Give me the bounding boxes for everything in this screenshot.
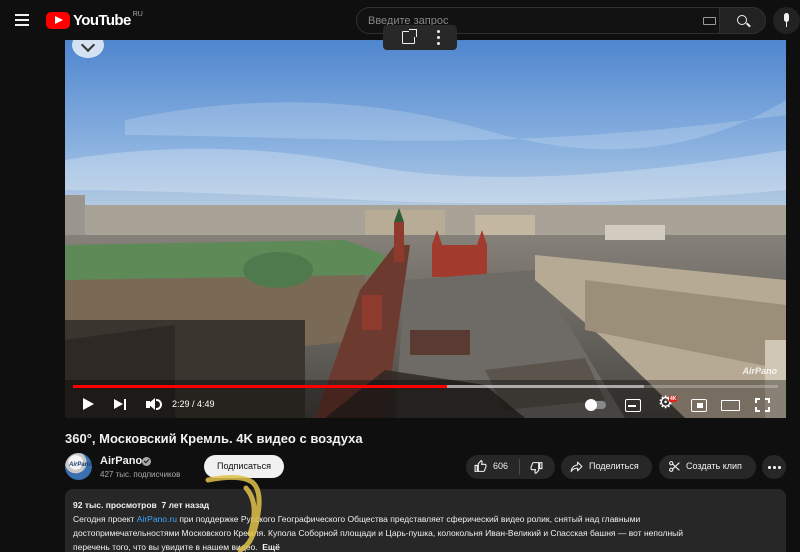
dislike-button[interactable] bbox=[520, 455, 555, 479]
play-icon[interactable] bbox=[82, 396, 94, 413]
more-actions-button[interactable] bbox=[762, 455, 786, 479]
subscribe-button[interactable]: Подписаться bbox=[204, 455, 284, 478]
more-horiz-icon bbox=[768, 466, 781, 469]
autoplay-toggle[interactable] bbox=[585, 399, 608, 411]
clip-label: Создать клип bbox=[686, 461, 742, 471]
create-clip-button[interactable]: Создать клип bbox=[659, 455, 756, 479]
logo-country-code: RU bbox=[132, 10, 143, 18]
like-button[interactable]: 606 bbox=[466, 455, 520, 479]
progress-bar[interactable] bbox=[73, 385, 778, 388]
logo-text: YouTube bbox=[73, 11, 131, 29]
description-link[interactable]: AirPano.ru bbox=[137, 514, 177, 524]
hamburger-icon[interactable] bbox=[12, 10, 32, 30]
description-line-1: Сегодня проект AirPano.ru при поддержке … bbox=[73, 514, 640, 524]
video-watermark: AirPano bbox=[742, 366, 777, 376]
scissors-icon bbox=[669, 461, 680, 472]
youtube-play-logo-icon bbox=[46, 11, 70, 29]
more-vert-icon[interactable] bbox=[437, 30, 441, 45]
channel-name[interactable]: AirPano bbox=[100, 455, 142, 467]
share-label: Поделиться bbox=[589, 461, 639, 471]
channel-avatar[interactable]: AirPano bbox=[65, 453, 92, 480]
view-count-and-date: 92 тыс. просмотров 7 лет назад bbox=[73, 500, 210, 510]
like-count: 606 bbox=[493, 461, 509, 471]
thumb-down-icon bbox=[530, 462, 543, 474]
verified-icon bbox=[142, 457, 151, 466]
description-line-3: перечень того, что вы увидите в нашем ви… bbox=[73, 542, 280, 552]
search-icon-handle bbox=[746, 22, 751, 28]
video-title: 360°, Московский Кремль. 4K видео с возд… bbox=[65, 431, 363, 446]
mic-icon-stand bbox=[786, 22, 787, 27]
description-more-link[interactable]: Ещё bbox=[262, 542, 280, 552]
subscriber-count: 427 тыс. подписчиков bbox=[100, 470, 181, 479]
share-button[interactable]: Поделиться bbox=[561, 455, 652, 479]
fullscreen-icon[interactable] bbox=[755, 396, 770, 413]
theater-icon[interactable] bbox=[721, 396, 740, 413]
description-line-1-pre: Сегодня проект bbox=[73, 514, 137, 524]
video-player[interactable]: AirPano 2:29 / 4:49 4K bbox=[65, 40, 786, 418]
progress-played bbox=[73, 385, 447, 388]
video-frame-kremlin-aerial bbox=[65, 40, 786, 418]
avatar-logo-text: AirPano bbox=[69, 462, 93, 468]
description-line-3-text: перечень того, что вы увидите в нашем ви… bbox=[73, 542, 258, 552]
player-controls: 2:29 / 4:49 4K bbox=[65, 391, 786, 418]
youtube-watch-page: YouTube RU Введите запрос AirPano 2:29 /… bbox=[0, 0, 800, 552]
keyboard-icon[interactable] bbox=[703, 17, 716, 25]
miniplayer-icon[interactable] bbox=[691, 396, 707, 413]
mic-icon bbox=[784, 13, 789, 22]
search-button[interactable] bbox=[719, 7, 766, 34]
open-external-icon[interactable] bbox=[402, 29, 417, 44]
volume-wave-icon bbox=[156, 399, 162, 410]
description-line-2: достопримечательностями Московского Крем… bbox=[73, 528, 684, 538]
player-overlay-popover bbox=[383, 25, 457, 50]
share-arrow-icon bbox=[570, 461, 583, 472]
subtitles-icon[interactable] bbox=[625, 396, 641, 413]
voice-search-button[interactable] bbox=[773, 7, 800, 34]
description-box[interactable]: 92 тыс. просмотров 7 лет назад Сегодня п… bbox=[65, 489, 786, 552]
youtube-logo[interactable]: YouTube RU bbox=[46, 11, 143, 29]
time-display: 2:29 / 4:49 bbox=[172, 399, 215, 409]
next-icon[interactable] bbox=[113, 396, 127, 413]
description-line-1-post: при поддержке Русского Географического О… bbox=[176, 514, 641, 524]
thumb-up-icon bbox=[474, 460, 487, 472]
quality-badge: 4K bbox=[669, 396, 678, 402]
